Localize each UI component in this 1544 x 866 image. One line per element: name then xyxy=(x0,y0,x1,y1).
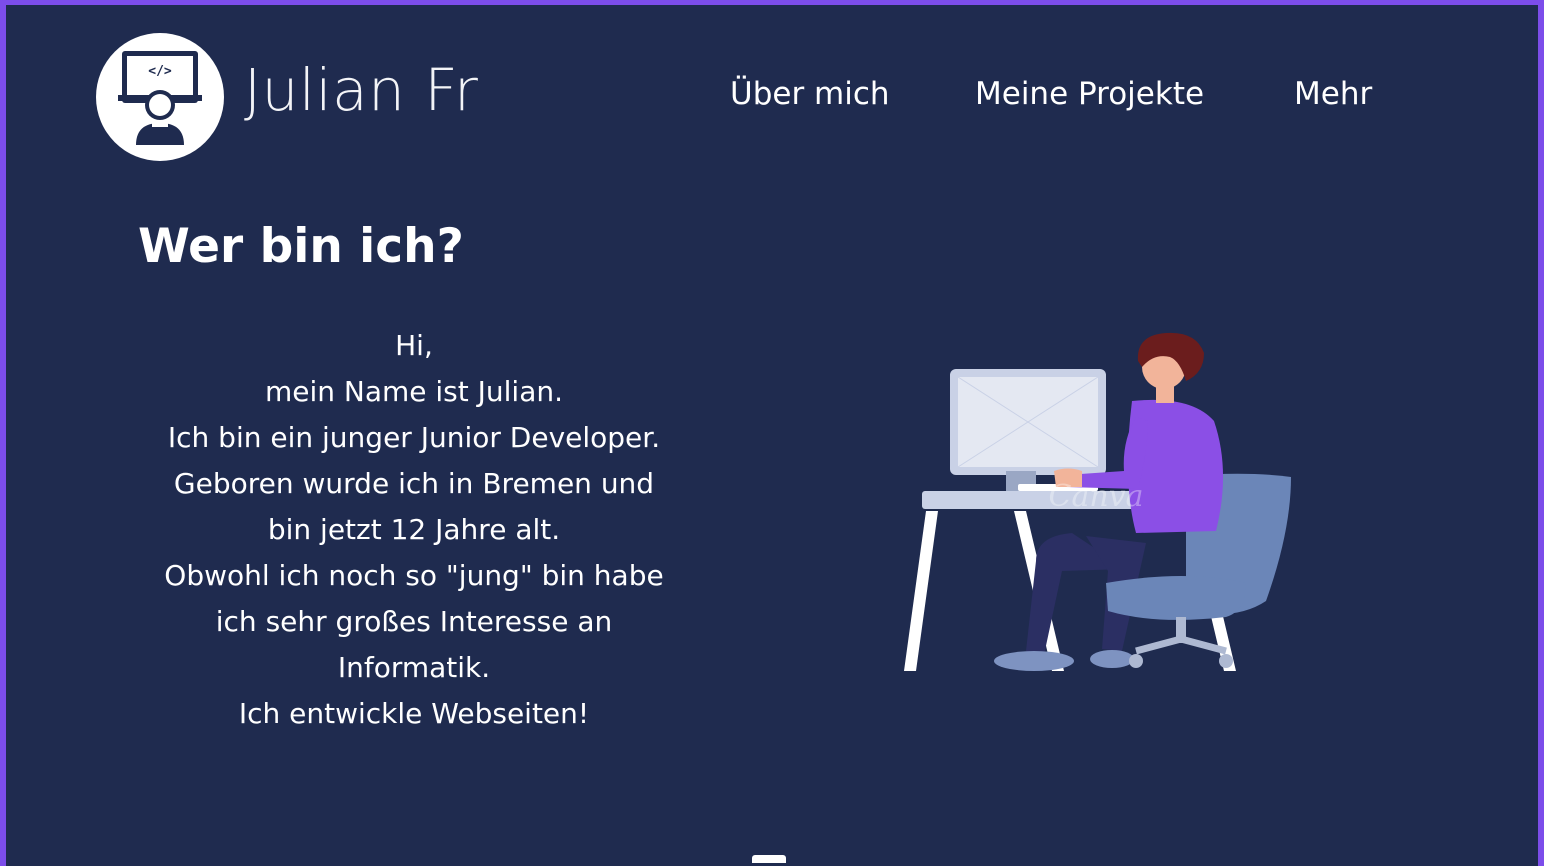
intro-line: bin jetzt 12 Jahre alt. xyxy=(267,513,561,546)
nav-item-meine-projekte[interactable]: Meine Projekte xyxy=(975,79,1204,110)
intro-line: Informatik. xyxy=(337,651,491,684)
page-frame: </> Julian Fr Über mich Meine Projekte M… xyxy=(6,5,1538,866)
canva-watermark: Canva xyxy=(1049,479,1144,514)
intro-line: mein Name ist Julian. xyxy=(264,375,564,408)
intro-line: Hi, xyxy=(395,329,433,362)
scroll-indicator[interactable] xyxy=(752,855,786,863)
page-title: Wer bin ich? xyxy=(138,219,464,274)
intro-text: Hi, mein Name ist Julian. Ich bin ein ju… xyxy=(124,323,704,737)
brand-name[interactable]: Julian Fr xyxy=(244,61,478,119)
nav-item-ueber-mich[interactable]: Über mich xyxy=(730,79,890,110)
developer-avatar-icon[interactable]: </> xyxy=(96,33,224,161)
intro-line: Ich entwickle Webseiten! xyxy=(238,697,590,730)
intro-line: ich sehr großes Interesse an xyxy=(215,605,613,638)
intro-line: Ich bin ein junger Junior Developer. xyxy=(167,421,661,454)
intro-line: Obwohl ich noch so "jung" bin habe xyxy=(164,559,664,592)
developer-at-desk-illustration: Canva xyxy=(904,332,1291,671)
intro-line: Geboren wurde ich in Bremen und xyxy=(173,467,655,500)
logo-code-glyph: </> xyxy=(148,64,172,79)
nav-item-mehr[interactable]: Mehr xyxy=(1294,79,1372,110)
